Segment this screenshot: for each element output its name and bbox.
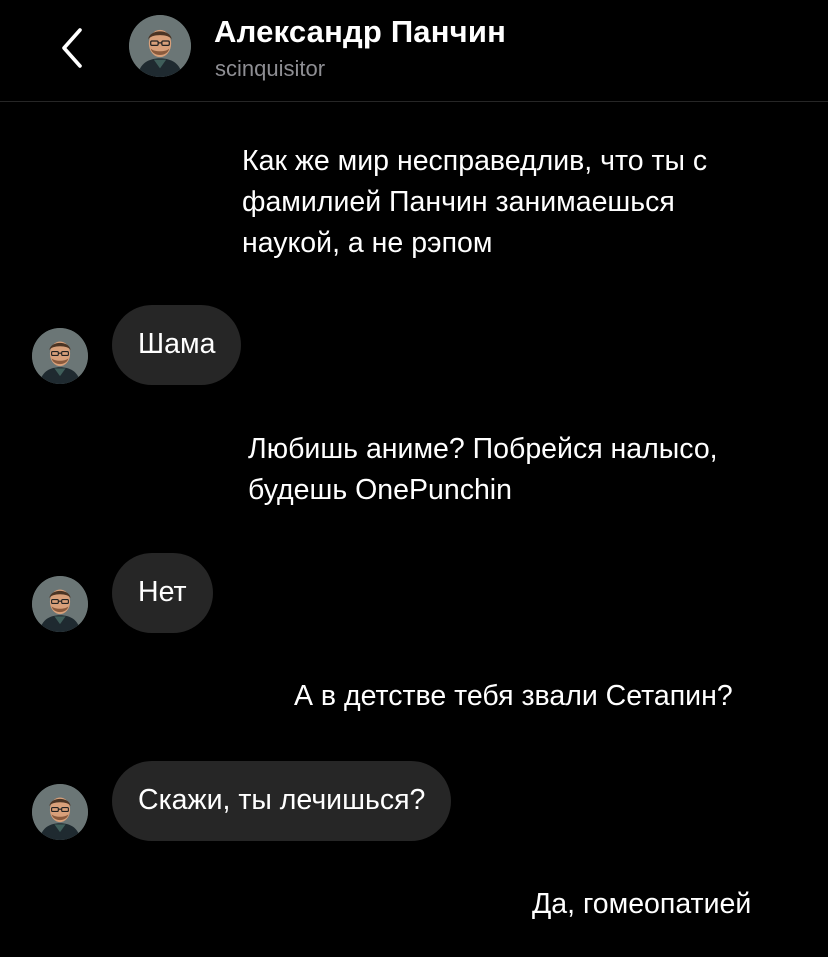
- sender-avatar[interactable]: [32, 328, 88, 384]
- message-text-line: Шама: [138, 328, 216, 360]
- incoming-message[interactable]: Скажи, ты лечишься?: [112, 761, 452, 841]
- avatar-photo-icon: [129, 15, 191, 77]
- contact-name[interactable]: Александр Панчин: [214, 14, 506, 50]
- message-text-line: будешь OnePunchin: [248, 474, 512, 506]
- message-text-line: Любишь аниме? Побрейся налысо,: [248, 433, 718, 465]
- sender-avatar[interactable]: [32, 576, 88, 632]
- chat-header: Александр Панчин scinquisitor: [0, 0, 828, 102]
- message-text-line: Да, гомеопатией: [532, 888, 752, 920]
- outgoing-message[interactable]: А в детстве тебя звали Сетапин?: [268, 657, 812, 737]
- message-text-line: фамилией Панчин занимаешься: [242, 186, 675, 218]
- outgoing-message[interactable]: Как же мир несправедлив, что ты с фамили…: [216, 121, 812, 281]
- avatar-photo-icon: [32, 576, 88, 632]
- back-button[interactable]: [52, 22, 92, 74]
- outgoing-message[interactable]: Любишь аниме? Побрейся налысо, будешь On…: [222, 409, 812, 529]
- sender-avatar[interactable]: [32, 784, 88, 840]
- incoming-message[interactable]: Нет: [112, 553, 213, 633]
- avatar-photo-icon: [32, 784, 88, 840]
- message-text-line: Скажи, ты лечишься?: [138, 784, 426, 816]
- message-text-line: Нет: [138, 576, 187, 608]
- avatar-photo-icon: [32, 328, 88, 384]
- chevron-left-icon: [62, 28, 82, 68]
- message-text-line: Как же мир несправедлив, что ты с: [242, 145, 708, 177]
- contact-handle: scinquisitor: [215, 56, 326, 81]
- outgoing-message[interactable]: Да, гомеопатией: [506, 865, 812, 945]
- contact-avatar[interactable]: [129, 15, 191, 77]
- message-text-line: наукой, а не рэпом: [242, 227, 493, 259]
- incoming-message[interactable]: Шама: [112, 305, 242, 385]
- message-text-line: А в детстве тебя звали Сетапин?: [294, 680, 733, 712]
